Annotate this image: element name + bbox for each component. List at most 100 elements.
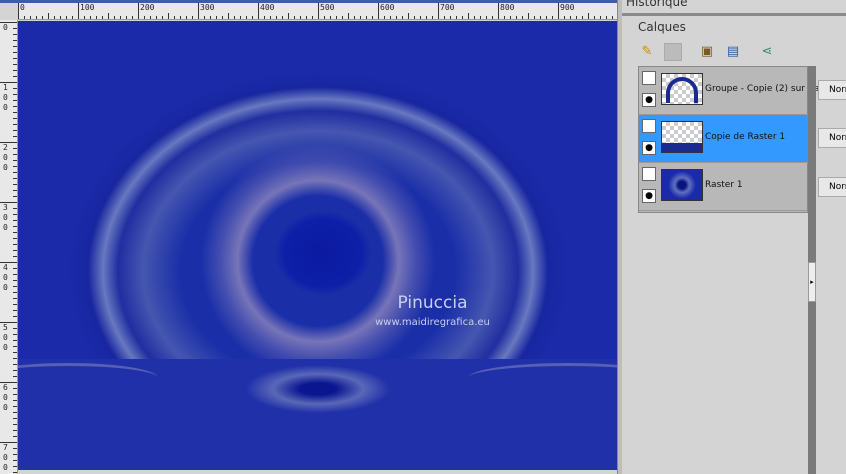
blend-mode-dropdown[interactable]: Normal bbox=[818, 177, 846, 197]
ruler-tick bbox=[13, 208, 17, 209]
ruler-tick bbox=[480, 16, 481, 19]
ruler-label: 7 0 0 bbox=[3, 443, 8, 472]
ruler-tick bbox=[252, 16, 253, 19]
image-canvas[interactable]: Pinuccia www.maidiregrafica.eu bbox=[18, 21, 617, 470]
ruler-tick bbox=[108, 13, 109, 19]
ruler-tick bbox=[13, 178, 17, 179]
ruler-tick bbox=[612, 16, 613, 19]
ruler-tick bbox=[264, 16, 265, 19]
ruler-tick bbox=[13, 160, 17, 161]
ruler-tick bbox=[486, 16, 487, 19]
ruler-tick bbox=[13, 364, 17, 365]
ruler-tick bbox=[13, 130, 17, 131]
ruler-tick bbox=[13, 106, 17, 107]
layer-row[interactable]: ● Raster 1 bbox=[639, 163, 809, 211]
ruler-tick bbox=[138, 3, 139, 19]
ruler-tick bbox=[13, 340, 17, 341]
ruler-label: 0 bbox=[3, 23, 8, 32]
ruler-tick bbox=[468, 13, 469, 19]
ruler-tick bbox=[13, 214, 17, 215]
layer-thumbnail bbox=[661, 121, 703, 153]
ruler-tick bbox=[13, 220, 17, 221]
ruler-tick bbox=[492, 16, 493, 19]
ruler-tick bbox=[13, 154, 17, 155]
panel-divider bbox=[622, 13, 846, 16]
new-layer-icon[interactable]: ▣ bbox=[698, 43, 716, 61]
ruler-tick bbox=[13, 232, 17, 233]
ruler-tick bbox=[210, 16, 211, 19]
layer-thumbnail bbox=[661, 169, 703, 201]
ruler-tick bbox=[13, 58, 17, 59]
ruler-tick bbox=[13, 196, 17, 197]
ruler-tick bbox=[13, 448, 17, 449]
ruler-tick bbox=[13, 424, 17, 425]
visibility-eye-icon[interactable]: ● bbox=[642, 141, 656, 155]
ruler-tick bbox=[13, 286, 17, 287]
ruler-tick bbox=[582, 16, 583, 19]
ruler-tick bbox=[13, 430, 17, 431]
ruler-tick bbox=[396, 16, 397, 19]
ruler-tick bbox=[408, 13, 409, 19]
ruler-tick bbox=[84, 16, 85, 19]
visibility-eye-icon[interactable]: ● bbox=[642, 93, 656, 107]
history-panel-title[interactable]: Historique bbox=[622, 0, 688, 9]
ruler-tick bbox=[13, 172, 17, 173]
ruler-tick bbox=[420, 16, 421, 19]
ruler-tick bbox=[546, 16, 547, 19]
layers-panel: Historique Calques ✎ ▣ ▤ ⋖ ● Groupe - Co… bbox=[622, 0, 846, 474]
layer-properties-icon[interactable]: ▤ bbox=[724, 43, 742, 61]
ruler-label: 300 bbox=[200, 3, 215, 12]
ruler-tick bbox=[72, 16, 73, 19]
share-icon[interactable]: ⋖ bbox=[758, 43, 776, 61]
ruler-tick bbox=[13, 406, 17, 407]
ruler-tick bbox=[306, 16, 307, 19]
layer-row-selected[interactable]: ● Copie de Raster 1 bbox=[639, 115, 809, 163]
ruler-tick bbox=[168, 13, 169, 19]
ruler-tick bbox=[228, 13, 229, 19]
ruler-tick bbox=[13, 370, 17, 371]
ruler-tick bbox=[13, 472, 17, 473]
ruler-tick bbox=[600, 16, 601, 19]
ruler-tick bbox=[13, 112, 17, 113]
ruler-tick bbox=[13, 376, 17, 377]
blend-mode-dropdown[interactable]: Normal bbox=[818, 80, 846, 100]
ruler-tick bbox=[42, 16, 43, 19]
ruler-tick bbox=[300, 16, 301, 19]
visibility-eye-icon[interactable]: ● bbox=[642, 189, 656, 203]
ruler-tick bbox=[288, 13, 289, 19]
ruler-tick bbox=[13, 304, 17, 305]
ruler-tick bbox=[444, 16, 445, 19]
ruler-tick bbox=[156, 16, 157, 19]
ruler-label: 800 bbox=[500, 3, 515, 12]
ruler-tick bbox=[13, 316, 17, 317]
ruler-tick bbox=[402, 16, 403, 19]
ruler-tick bbox=[450, 16, 451, 19]
ruler-tick bbox=[360, 16, 361, 19]
blend-mode-dropdown[interactable]: Normal bbox=[818, 128, 846, 148]
ruler-tick bbox=[13, 334, 17, 335]
mask-icon[interactable] bbox=[664, 43, 682, 61]
ruler-tick bbox=[13, 76, 17, 77]
ruler-tick bbox=[540, 16, 541, 19]
ruler-tick bbox=[13, 466, 17, 467]
ruler-tick bbox=[13, 70, 17, 71]
layer-type-icon bbox=[642, 167, 656, 181]
ruler-label: 400 bbox=[260, 3, 275, 12]
ruler-tick bbox=[13, 328, 17, 329]
ruler-tick bbox=[24, 16, 25, 19]
panel-collapse-handle[interactable]: ▸ bbox=[808, 262, 816, 302]
ruler-tick bbox=[13, 184, 17, 185]
layer-list: ● Groupe - Copie (2) sur Raster 1 ● Copi… bbox=[638, 66, 845, 213]
ruler-tick bbox=[516, 16, 517, 19]
ruler-tick bbox=[13, 226, 17, 227]
ruler-tick bbox=[48, 13, 49, 19]
ruler-tick bbox=[522, 16, 523, 19]
layer-row[interactable]: ● Groupe - Copie (2) sur Raster 1 bbox=[639, 67, 845, 115]
ruler-tick bbox=[216, 16, 217, 19]
watermark-title: Pinuccia bbox=[397, 293, 468, 313]
paintbrush-icon[interactable]: ✎ bbox=[638, 43, 656, 61]
ruler-tick bbox=[330, 16, 331, 19]
ruler-tick bbox=[78, 3, 79, 19]
ruler-label: 900 bbox=[560, 3, 575, 12]
ruler-tick bbox=[13, 94, 17, 95]
